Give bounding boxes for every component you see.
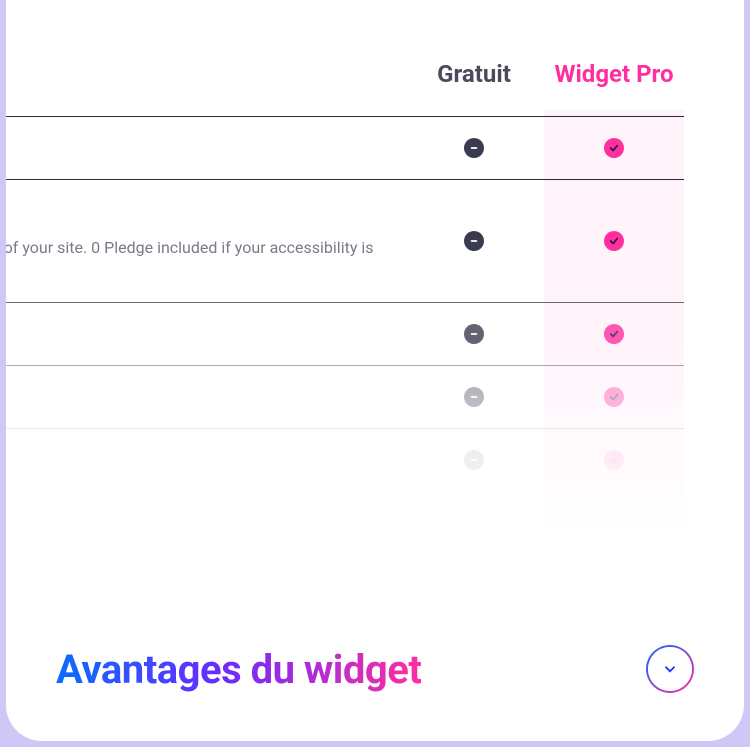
feature-title: Pro features [6, 447, 374, 473]
check-icon [604, 324, 624, 344]
comparison-table: l get Gratuit Widget Pro l code fixes gal… [6, 60, 684, 491]
free-cell [404, 180, 544, 303]
minus-icon [464, 450, 484, 470]
column-header-feature: l get [6, 60, 404, 117]
free-cell [404, 303, 544, 366]
comparison-table-wrap: l get Gratuit Widget Pro l code fixes gal… [6, 0, 684, 491]
table-row: l code fixes [6, 117, 684, 180]
pricing-card: l get Gratuit Widget Pro l code fixes gal… [6, 0, 744, 741]
feature-title: al support [6, 384, 374, 410]
table-row: al support [6, 366, 684, 429]
free-cell [404, 429, 544, 492]
feature-cell: al support [6, 366, 404, 429]
minus-icon [464, 138, 484, 158]
feature-cell: l code fixes [6, 117, 404, 180]
pro-cell [544, 366, 684, 429]
check-icon [604, 387, 624, 407]
pro-cell [544, 303, 684, 366]
minus-icon [464, 387, 484, 407]
table-row: Pro features [6, 429, 684, 492]
pro-cell [544, 429, 684, 492]
table-row: gal risks iability by increasing the usab… [6, 180, 684, 303]
section-title: Avantages du widget [56, 646, 421, 693]
section-header[interactable]: Avantages du widget [56, 645, 694, 693]
free-cell [404, 117, 544, 180]
feature-title: der [6, 321, 374, 347]
pro-cell [544, 117, 684, 180]
feature-cell: Pro features [6, 429, 404, 492]
expand-button[interactable] [646, 645, 694, 693]
check-icon [604, 138, 624, 158]
feature-cell: der [6, 303, 404, 366]
check-icon [604, 450, 624, 470]
minus-icon [464, 324, 484, 344]
pro-cell [544, 180, 684, 303]
check-icon [604, 231, 624, 251]
free-cell [404, 366, 544, 429]
column-header-free: Gratuit [404, 60, 544, 117]
minus-icon [464, 231, 484, 251]
feature-title: l code fixes [6, 135, 374, 161]
feature-description: iability by increasing the usability of … [6, 236, 374, 284]
feature-title: gal risks [6, 198, 374, 224]
feature-cell: gal risks iability by increasing the usab… [6, 180, 404, 303]
table-row: der [6, 303, 684, 366]
column-header-pro: Widget Pro [544, 60, 684, 117]
chevron-down-icon [661, 660, 679, 678]
